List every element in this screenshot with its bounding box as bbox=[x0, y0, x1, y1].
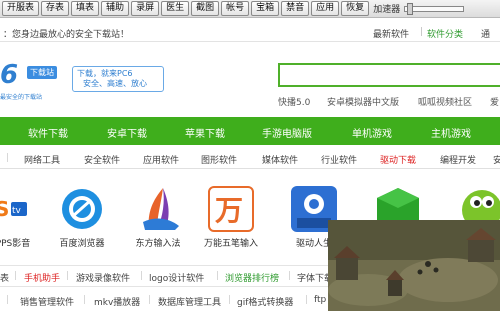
app-label: PPS影音 bbox=[0, 239, 31, 249]
toolbar-button-apps[interactable]: 应用 bbox=[311, 1, 340, 16]
game-video-overlay[interactable] bbox=[328, 220, 500, 311]
sub-nav: | 网络工具 安全软件 应用软件 图形软件 媒体软件 行业软件 驱动下载 编程开… bbox=[0, 149, 500, 169]
speed-slider[interactable] bbox=[404, 2, 465, 15]
info-divider: | bbox=[420, 27, 424, 37]
tag-link[interactable]: mkv播放器 bbox=[94, 295, 140, 308]
info-bar: ：您身边最放心的安全下载站！ 最新软件 | 软件分类 通 bbox=[0, 22, 500, 42]
wanneng-wubi-icon: 万 bbox=[208, 186, 254, 232]
tag-link[interactable]: 手机助手 bbox=[24, 271, 60, 284]
toolbar-button-screenshot[interactable]: 截图 bbox=[191, 1, 220, 16]
speed-label: 加速器 bbox=[373, 5, 401, 15]
more-link[interactable]: 通 bbox=[481, 27, 490, 40]
subnav-network-tools[interactable]: 网络工具 bbox=[24, 153, 60, 166]
toolbar-button-fill-form[interactable]: 填表 bbox=[71, 1, 100, 16]
tag-link[interactable]: ftp bbox=[314, 295, 326, 305]
nav-mobile-games-pc[interactable]: 手游电脑版 bbox=[262, 125, 312, 140]
logo-subtitle: 最安全的下载站 bbox=[0, 94, 43, 101]
hot-link-guagua[interactable]: 呱呱视频社区 bbox=[418, 95, 472, 108]
tag-divider: | bbox=[14, 271, 18, 281]
slogan-line-2: 安全、高速、放心 bbox=[83, 79, 147, 88]
software-category-link[interactable]: 软件分类 bbox=[427, 27, 463, 40]
speed-slider-handle[interactable] bbox=[407, 2, 414, 15]
welcome-text: ：您身边最放心的安全下载站！ bbox=[3, 30, 130, 40]
site-logo[interactable]: 6 bbox=[0, 60, 18, 90]
tag-divider: | bbox=[228, 295, 232, 305]
app-wanneng-wubi[interactable]: 万 万能五笔输入 bbox=[201, 186, 261, 249]
subnav-driver-download[interactable]: 驱动下载 bbox=[380, 153, 416, 166]
app-baidu-browser[interactable]: 百度浏览器 bbox=[52, 186, 112, 249]
header: 6 下载站 最安全的下载站 下载，就来PC6 安全、高速、放心 快播5.0 安卓… bbox=[0, 52, 500, 110]
subnav-more[interactable]: 安 bbox=[493, 153, 500, 166]
toolbar-button-mute[interactable]: 禁音 bbox=[281, 1, 310, 16]
nav-single-player-games[interactable]: 单机游戏 bbox=[352, 125, 392, 140]
tag-link[interactable]: 销售管理软件 bbox=[20, 295, 74, 308]
tag-link[interactable]: logo设计软件 bbox=[149, 271, 204, 284]
toolbar-button-save-table[interactable]: 存表 bbox=[41, 1, 70, 16]
toolbar-button-record[interactable]: 录屏 bbox=[131, 1, 160, 16]
subnav-graphics-software[interactable]: 图形软件 bbox=[201, 153, 237, 166]
search-input[interactable] bbox=[278, 63, 500, 87]
slogan-line-1: 下载，就来PC6 bbox=[77, 69, 133, 78]
tag-link[interactable]: 表 bbox=[0, 271, 9, 284]
app-label: 万能五笔输入 bbox=[203, 239, 258, 249]
tag-link[interactable]: 浏览器排行榜 bbox=[225, 271, 279, 284]
tag-divider: | bbox=[148, 295, 152, 305]
app-dongfang-ime[interactable]: 东方输入法 bbox=[128, 186, 188, 249]
main-nav: 软件下载 安卓下载 苹果下载 手游电脑版 单机游戏 主机游戏 bbox=[0, 117, 500, 145]
svg-text:S: S bbox=[0, 197, 9, 221]
logo-badge: 下载站 bbox=[27, 66, 57, 79]
game-scene-image bbox=[328, 220, 500, 311]
subnav-application-software[interactable]: 应用软件 bbox=[143, 153, 179, 166]
tag-link[interactable]: gif格式转换器 bbox=[237, 295, 293, 308]
tag-divider: | bbox=[140, 271, 144, 281]
tag-link[interactable]: 游戏录像软件 bbox=[76, 271, 130, 284]
dongfang-ime-icon bbox=[135, 186, 181, 232]
nav-android-download[interactable]: 安卓下载 bbox=[107, 125, 147, 140]
toolbar-button-doctor[interactable]: 医生 bbox=[161, 1, 190, 16]
latest-software-link[interactable]: 最新软件 bbox=[373, 27, 409, 40]
subnav-industry-software[interactable]: 行业软件 bbox=[321, 153, 357, 166]
assist-toolbar: 开服表 存表 填表 辅助 录屏 医生 截图 帐号 宝箱 禁音 应用 恢复 加速器 bbox=[0, 0, 500, 18]
subnav-media-software[interactable]: 媒体软件 bbox=[262, 153, 298, 166]
subnav-programming[interactable]: 编程开发 bbox=[440, 153, 476, 166]
toolbar-button-treasure[interactable]: 宝箱 bbox=[251, 1, 280, 16]
nav-apple-download[interactable]: 苹果下载 bbox=[185, 125, 225, 140]
tag-divider: | bbox=[6, 295, 10, 305]
slogan-box: 下载，就来PC6 安全、高速、放心 bbox=[72, 66, 164, 92]
pps-icon: Stv bbox=[0, 186, 27, 232]
app-label: 百度浏览器 bbox=[59, 239, 105, 249]
tag-divider: | bbox=[288, 271, 292, 281]
toolbar-button-restore[interactable]: 恢复 bbox=[341, 1, 370, 16]
svg-text:万: 万 bbox=[215, 194, 243, 227]
tag-divider: | bbox=[83, 295, 87, 305]
subnav-divider: | bbox=[6, 153, 10, 163]
app-label: 东方输入法 bbox=[135, 239, 181, 249]
nav-software-download[interactable]: 软件下载 bbox=[28, 125, 68, 140]
hot-link-more[interactable]: 爱 bbox=[490, 95, 499, 108]
tag-divider: | bbox=[216, 271, 220, 281]
toolbar-button-account[interactable]: 帐号 bbox=[221, 1, 250, 16]
app-pps[interactable]: Stv PPS影音 bbox=[0, 186, 34, 249]
nav-console-games[interactable]: 主机游戏 bbox=[431, 125, 471, 140]
toolbar-button-assist[interactable]: 辅助 bbox=[101, 1, 130, 16]
hot-link-android-emulator[interactable]: 安卓模拟器中文版 bbox=[327, 95, 399, 108]
tag-divider: | bbox=[305, 295, 309, 305]
svg-text:tv: tv bbox=[12, 206, 22, 216]
tag-divider: | bbox=[66, 271, 70, 281]
hot-link-kuaibo[interactable]: 快播5.0 bbox=[278, 95, 310, 108]
toolbar-button-server-list[interactable]: 开服表 bbox=[2, 1, 40, 16]
baidu-browser-icon bbox=[59, 186, 105, 232]
tag-link[interactable]: 数据库管理工具 bbox=[158, 295, 221, 308]
subnav-security-software[interactable]: 安全软件 bbox=[84, 153, 120, 166]
